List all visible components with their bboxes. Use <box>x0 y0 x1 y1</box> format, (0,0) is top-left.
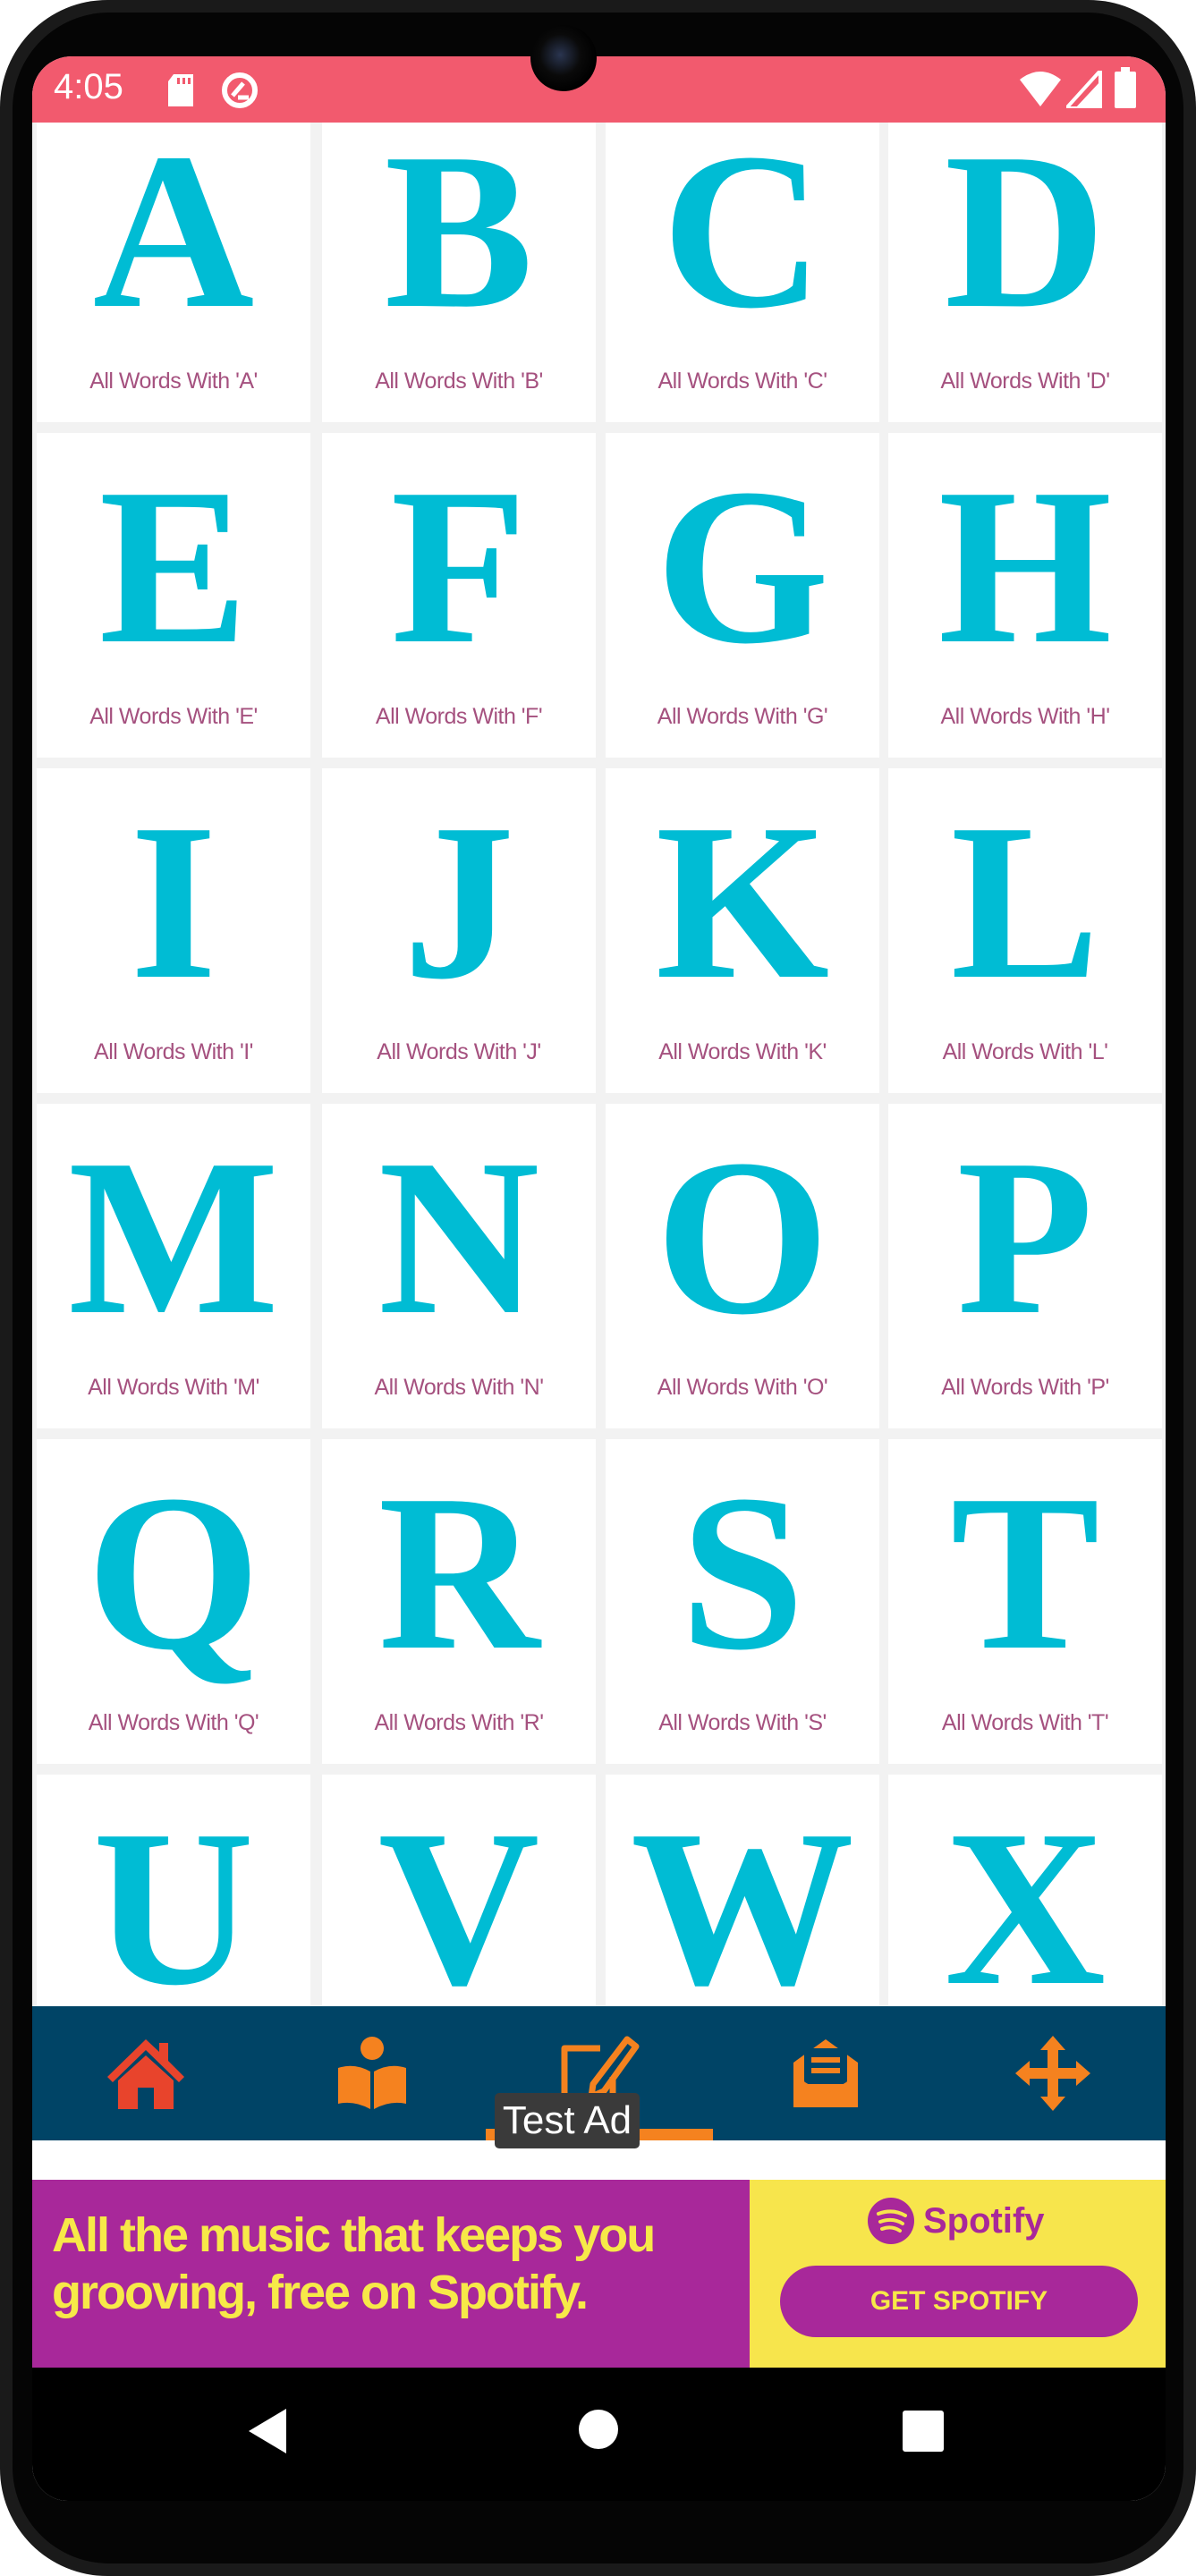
home-icon <box>106 2039 184 2109</box>
status-bar: 4:05 <box>32 56 1166 123</box>
status-time: 4:05 <box>54 67 123 106</box>
nav-home[interactable] <box>32 2006 259 2140</box>
letter-card-c[interactable]: C All Words With 'C' <box>606 97 879 422</box>
letter-glyph: I <box>130 778 217 1026</box>
letter-card-o[interactable]: O All Words With 'O' <box>606 1104 879 1428</box>
letter-caption: All Words With 'G' <box>657 704 828 729</box>
ad-banner[interactable]: All the music that keeps you grooving, f… <box>32 2140 1166 2368</box>
letter-card-j[interactable]: J All Words With 'J' <box>322 768 596 1093</box>
letter-caption: All Words With 'L' <box>942 1039 1108 1064</box>
ad-headline-line2: grooving, free on Spotify. <box>52 2266 589 2319</box>
letter-glyph: G <box>655 443 830 691</box>
letter-glyph: P <box>956 1114 1094 1361</box>
nav-reader[interactable] <box>259 2006 485 2140</box>
letter-caption: All Words With 'E' <box>89 704 258 729</box>
recents-icon[interactable] <box>903 2411 944 2452</box>
letter-card-e[interactable]: E All Words With 'E' <box>37 433 310 758</box>
get-spotify-button[interactable]: GET SPOTIFY <box>780 2266 1138 2337</box>
letter-caption: All Words With 'C' <box>657 369 828 394</box>
letter-glyph: X <box>944 1784 1107 2032</box>
spotify-logo: Spotify <box>866 2196 1045 2246</box>
letter-glyph: A <box>92 107 255 355</box>
letter-card-k[interactable]: K All Words With 'K' <box>606 768 879 1093</box>
letter-caption: All Words With 'I' <box>94 1039 253 1064</box>
letter-caption: All Words With 'B' <box>375 369 543 394</box>
letter-glyph: N <box>377 1114 540 1361</box>
letter-glyph: W <box>631 1784 854 2032</box>
letter-glyph: T <box>950 1449 1100 1697</box>
letter-glyph: C <box>661 107 824 355</box>
letter-card-p[interactable]: P All Words With 'P' <box>888 1104 1162 1428</box>
letter-card-b[interactable]: B All Words With 'B' <box>322 97 596 422</box>
letter-card-a[interactable]: A All Words With 'A' <box>37 97 310 422</box>
letter-card-t[interactable]: T All Words With 'T' <box>888 1439 1162 1764</box>
letter-card-n[interactable]: N All Words With 'N' <box>322 1104 596 1428</box>
letter-glyph: B <box>384 107 534 355</box>
letter-caption: All Words With 'N' <box>374 1375 545 1400</box>
letter-card-m[interactable]: M All Words With 'M' <box>37 1104 310 1428</box>
sd-card-icon <box>168 74 193 106</box>
data-saver-icon <box>222 72 258 108</box>
move-icon <box>1014 2036 1090 2111</box>
spotify-brand-text: Spotify <box>923 2200 1045 2241</box>
letter-card-i[interactable]: I All Words With 'I' <box>37 768 310 1093</box>
letter-caption: All Words With 'F' <box>375 704 543 729</box>
letter-glyph: Q <box>86 1449 261 1697</box>
letter-glyph: S <box>680 1449 805 1697</box>
letter-caption: All Words With 'H' <box>940 704 1111 729</box>
signal-icon <box>1066 71 1102 108</box>
letter-caption: All Words With 'M' <box>88 1375 259 1400</box>
letter-caption: All Words With 'R' <box>374 1710 545 1735</box>
letter-card-f[interactable]: F All Words With 'F' <box>322 433 596 758</box>
wifi-icon <box>1020 72 1061 106</box>
letter-caption: All Words With 'S' <box>658 1710 827 1735</box>
letter-card-l[interactable]: L All Words With 'L' <box>888 768 1162 1093</box>
ad-headline: All the music that keeps you grooving, f… <box>52 2207 656 2321</box>
letter-glyph: L <box>950 778 1100 1026</box>
letter-card-q[interactable]: Q All Words With 'Q' <box>37 1439 310 1764</box>
reader-icon <box>337 2037 406 2109</box>
letter-glyph: K <box>655 778 830 1026</box>
letter-card-d[interactable]: D All Words With 'D' <box>888 97 1162 422</box>
letter-glyph: R <box>377 1449 540 1697</box>
letter-card-g[interactable]: G All Words With 'G' <box>606 433 879 758</box>
nav-mail[interactable] <box>712 2006 938 2140</box>
home-circle-icon[interactable] <box>578 2409 619 2450</box>
letter-glyph: V <box>377 1784 540 2032</box>
letter-caption: All Words With 'P' <box>941 1375 1109 1400</box>
letter-caption: All Words With 'D' <box>940 369 1111 394</box>
letter-card-h[interactable]: H All Words With 'H' <box>888 433 1162 758</box>
front-camera <box>530 25 597 91</box>
spotify-icon <box>868 2198 914 2244</box>
letter-caption: All Words With 'A' <box>89 369 258 394</box>
letter-caption: All Words With 'Q' <box>88 1710 259 1735</box>
letter-caption: All Words With 'J' <box>377 1039 541 1064</box>
test-ad-badge: Test Ad <box>495 2093 640 2148</box>
letter-glyph: D <box>944 107 1107 355</box>
back-icon[interactable] <box>247 2409 290 2453</box>
letter-glyph: F <box>390 443 528 691</box>
letter-caption: All Words With 'K' <box>658 1039 827 1064</box>
letter-glyph: J <box>403 778 515 1026</box>
letter-glyph: E <box>98 443 249 691</box>
letter-card-s[interactable]: S All Words With 'S' <box>606 1439 879 1764</box>
letter-caption: All Words With 'O' <box>657 1375 828 1400</box>
letter-card-r[interactable]: R All Words With 'R' <box>322 1439 596 1764</box>
system-nav-bar <box>32 2368 1166 2501</box>
mail-icon <box>793 2039 858 2107</box>
letter-glyph: O <box>655 1114 830 1361</box>
letter-glyph: M <box>68 1114 279 1361</box>
letter-caption: All Words With 'T' <box>941 1710 1109 1735</box>
letter-glyph: U <box>92 1784 255 2032</box>
ad-right-panel[interactable]: Spotify GET SPOTIFY <box>750 2180 1166 2368</box>
letter-glyph: H <box>937 443 1113 691</box>
ad-headline-line1: All the music that keeps you <box>52 2208 656 2262</box>
ad-left-panel[interactable]: All the music that keeps you grooving, f… <box>32 2180 750 2368</box>
battery-icon <box>1115 67 1136 108</box>
nav-move[interactable] <box>939 2006 1166 2140</box>
